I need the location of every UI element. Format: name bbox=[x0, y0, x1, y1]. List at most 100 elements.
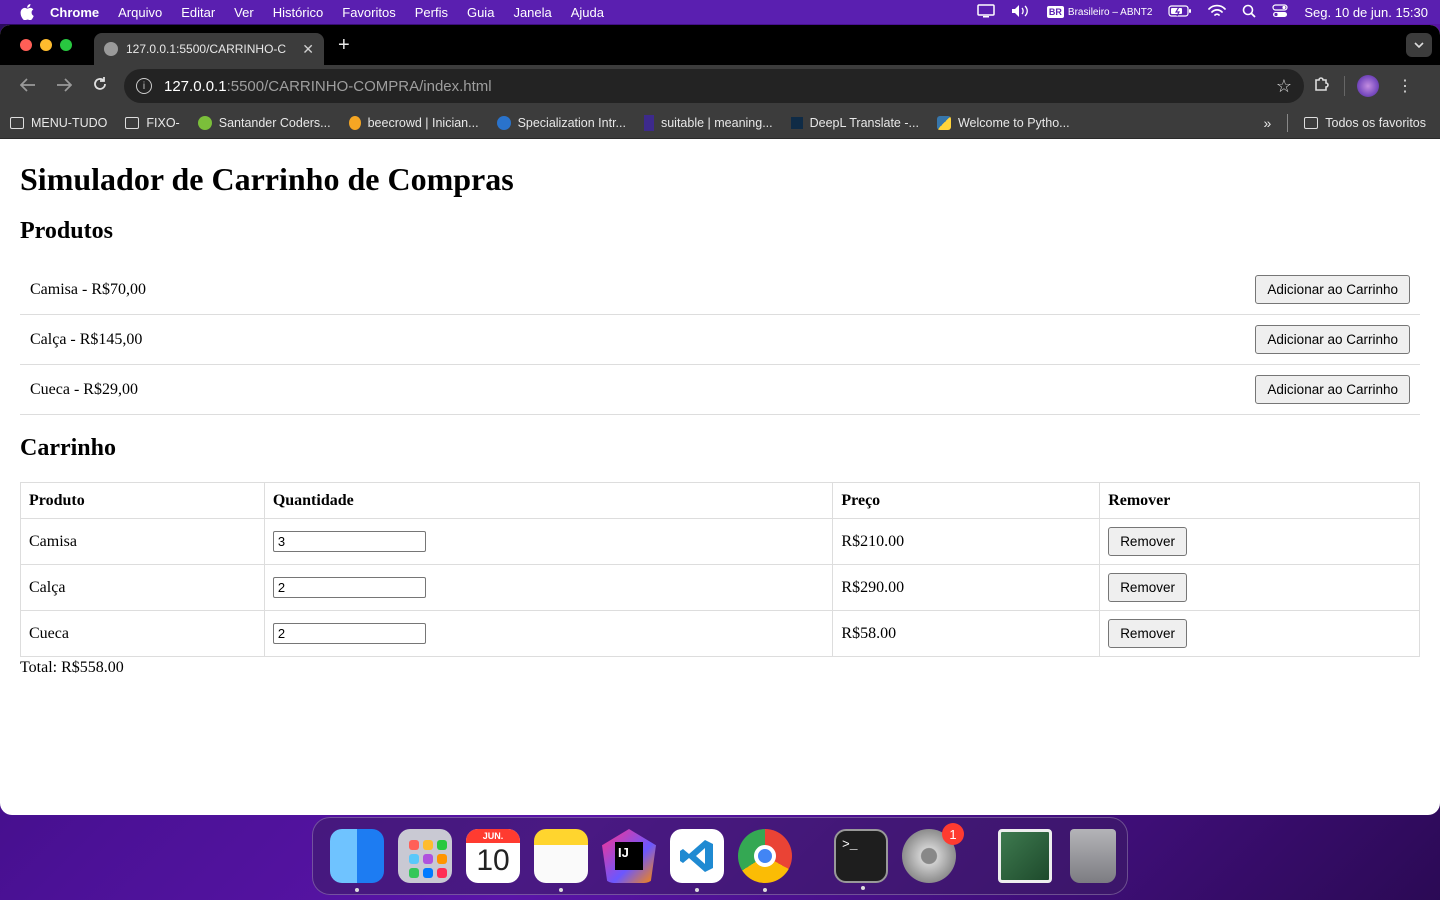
bookmark-star-icon[interactable]: ☆ bbox=[1276, 76, 1292, 97]
bookmark-fixo[interactable]: FIXO- bbox=[125, 115, 180, 130]
notes-icon[interactable] bbox=[534, 829, 588, 892]
quantity-input[interactable] bbox=[272, 623, 426, 644]
calendar-day: 10 bbox=[476, 844, 510, 877]
dictionary-icon bbox=[643, 114, 654, 131]
browser-window: 127.0.0.1:5500/CARRINHO-C ✕ + i 127.0.0.… bbox=[0, 25, 1440, 815]
menu-janela[interactable]: Janela bbox=[513, 5, 551, 20]
terminal-icon[interactable]: >_ bbox=[834, 829, 888, 890]
add-to-cart-button[interactable]: Adicionar ao Carrinho bbox=[1255, 275, 1410, 304]
finder-icon[interactable] bbox=[330, 829, 384, 892]
tab-search-button[interactable] bbox=[1406, 33, 1432, 57]
keyboard-layout-label: Brasileiro – ABNT2 bbox=[1067, 6, 1153, 18]
product-label: Calça - R$145,00 bbox=[30, 330, 143, 348]
battery-icon[interactable] bbox=[1168, 4, 1192, 20]
fullscreen-window-button[interactable] bbox=[60, 39, 72, 51]
calendar-month: JUN. bbox=[466, 829, 520, 843]
wifi-icon[interactable] bbox=[1208, 4, 1227, 21]
menu-ajuda[interactable]: Ajuda bbox=[571, 5, 604, 20]
system-settings-icon[interactable]: 1 bbox=[902, 823, 964, 883]
downloads-stack-icon[interactable] bbox=[998, 829, 1052, 883]
macos-dock: JUN. 10 IJ >_ 1 bbox=[312, 817, 1128, 895]
vscode-icon[interactable] bbox=[670, 829, 724, 892]
cart-remove-cell: Remover bbox=[1099, 610, 1420, 657]
column-header-preco: Preço bbox=[832, 482, 1101, 519]
cart-total: Total: R$558.00 bbox=[20, 659, 124, 676]
menu-favoritos[interactable]: Favoritos bbox=[342, 5, 395, 20]
cart-remove-cell: Remover bbox=[1099, 564, 1420, 611]
site-info-icon[interactable]: i bbox=[136, 78, 152, 94]
minimize-window-button[interactable] bbox=[40, 39, 52, 51]
bookmark-suitable[interactable]: suitable | meaning... bbox=[643, 114, 773, 131]
browser-toolbar: i 127.0.0.1 :5500/CARRINHO-COMPRA/index.… bbox=[0, 65, 1440, 107]
bookmarks-divider bbox=[1287, 113, 1289, 132]
chrome-icon[interactable] bbox=[738, 829, 792, 892]
display-icon[interactable] bbox=[977, 3, 995, 21]
bookmark-deepl[interactable]: DeepL Translate -... bbox=[790, 116, 919, 130]
url-host: 127.0.0.1 bbox=[164, 77, 227, 95]
spotlight-search-icon[interactable] bbox=[1242, 4, 1257, 21]
bookmark-label: suitable | meaning... bbox=[660, 115, 773, 130]
launchpad-icon[interactable] bbox=[398, 829, 452, 883]
cart-table: Produto Quantidade Preço Remover Camisa … bbox=[20, 482, 1420, 657]
forward-button[interactable] bbox=[46, 76, 82, 97]
menubar-clock[interactable]: Seg. 10 de jun. 15:30 bbox=[1304, 5, 1428, 20]
tab-close-icon[interactable]: ✕ bbox=[302, 41, 314, 58]
profile-avatar[interactable] bbox=[1357, 75, 1379, 97]
menu-arquivo[interactable]: Arquivo bbox=[118, 5, 162, 20]
running-indicator bbox=[763, 888, 767, 892]
url-path: :5500/CARRINHO-COMPRA/index.html bbox=[226, 77, 492, 95]
add-to-cart-button[interactable]: Adicionar ao Carrinho bbox=[1255, 375, 1410, 404]
close-window-button[interactable] bbox=[20, 39, 32, 51]
vscode-logo-icon bbox=[680, 840, 713, 872]
address-bar[interactable]: i 127.0.0.1 :5500/CARRINHO-COMPRA/index.… bbox=[124, 69, 1304, 103]
chrome-center bbox=[754, 845, 776, 867]
extensions-icon[interactable] bbox=[1304, 75, 1340, 98]
notification-badge: 1 bbox=[942, 823, 964, 845]
bookmark-beecrowd[interactable]: beecrowd | Inician... bbox=[348, 115, 479, 130]
folder-icon bbox=[10, 116, 24, 129]
bookmark-label: Santander Coders... bbox=[218, 115, 331, 130]
calendar-icon[interactable]: JUN. 10 bbox=[466, 829, 520, 883]
more-menu-icon[interactable]: ⋮ bbox=[1387, 76, 1423, 96]
menu-ver[interactable]: Ver bbox=[234, 5, 254, 20]
cart-heading: Carrinho bbox=[20, 435, 116, 461]
bookmark-specialization[interactable]: Specialization Intr... bbox=[496, 115, 626, 130]
bookmark-all-favorites[interactable]: Todos os favoritos bbox=[1304, 116, 1426, 130]
new-tab-button[interactable]: + bbox=[338, 34, 350, 57]
menu-perfis[interactable]: Perfis bbox=[415, 5, 448, 20]
bookmark-santander[interactable]: Santander Coders... bbox=[197, 115, 331, 130]
menu-historico[interactable]: Histórico bbox=[273, 5, 324, 20]
intellij-icon[interactable]: IJ bbox=[602, 829, 656, 883]
column-header-remover: Remover bbox=[1099, 482, 1420, 519]
bookmarks-overflow-icon[interactable]: » bbox=[1263, 115, 1271, 131]
remove-button[interactable]: Remover bbox=[1108, 573, 1187, 602]
product-item: Calça - R$145,00 Adicionar ao Carrinho bbox=[20, 315, 1420, 365]
menu-guia[interactable]: Guia bbox=[467, 5, 494, 20]
remove-button[interactable]: Remover bbox=[1108, 619, 1187, 648]
cart-quantity-cell bbox=[263, 610, 834, 657]
bookmark-python[interactable]: Welcome to Pytho... bbox=[936, 115, 1070, 130]
tab-active[interactable]: 127.0.0.1:5500/CARRINHO-C ✕ bbox=[94, 33, 324, 65]
trash-icon[interactable] bbox=[1070, 829, 1116, 883]
menu-editar[interactable]: Editar bbox=[181, 5, 215, 20]
reload-button[interactable] bbox=[82, 76, 118, 97]
bookmark-menu-tudo[interactable]: MENU-TUDO bbox=[10, 116, 107, 130]
cart-price: R$290.00 bbox=[832, 564, 1101, 611]
menu-app-name[interactable]: Chrome bbox=[50, 5, 99, 20]
folder-icon bbox=[125, 116, 140, 129]
quantity-input[interactable] bbox=[272, 531, 426, 552]
cart-price: R$210.00 bbox=[832, 518, 1101, 565]
quantity-input[interactable] bbox=[272, 577, 426, 598]
running-indicator bbox=[559, 888, 563, 892]
volume-icon[interactable] bbox=[1011, 4, 1031, 21]
product-label: Camisa - R$70,00 bbox=[30, 280, 146, 298]
reload-icon bbox=[94, 76, 106, 90]
remove-button[interactable]: Remover bbox=[1108, 527, 1187, 556]
bookmark-label: FIXO- bbox=[146, 115, 180, 130]
product-list: Camisa - R$70,00 Adicionar ao Carrinho C… bbox=[20, 265, 1420, 415]
back-button[interactable] bbox=[10, 76, 46, 97]
apple-icon[interactable] bbox=[20, 4, 34, 20]
add-to-cart-button[interactable]: Adicionar ao Carrinho bbox=[1255, 325, 1410, 354]
keyboard-layout-indicator[interactable]: BR Brasileiro – ABNT2 bbox=[1046, 6, 1153, 18]
control-center-icon[interactable] bbox=[1272, 3, 1288, 21]
